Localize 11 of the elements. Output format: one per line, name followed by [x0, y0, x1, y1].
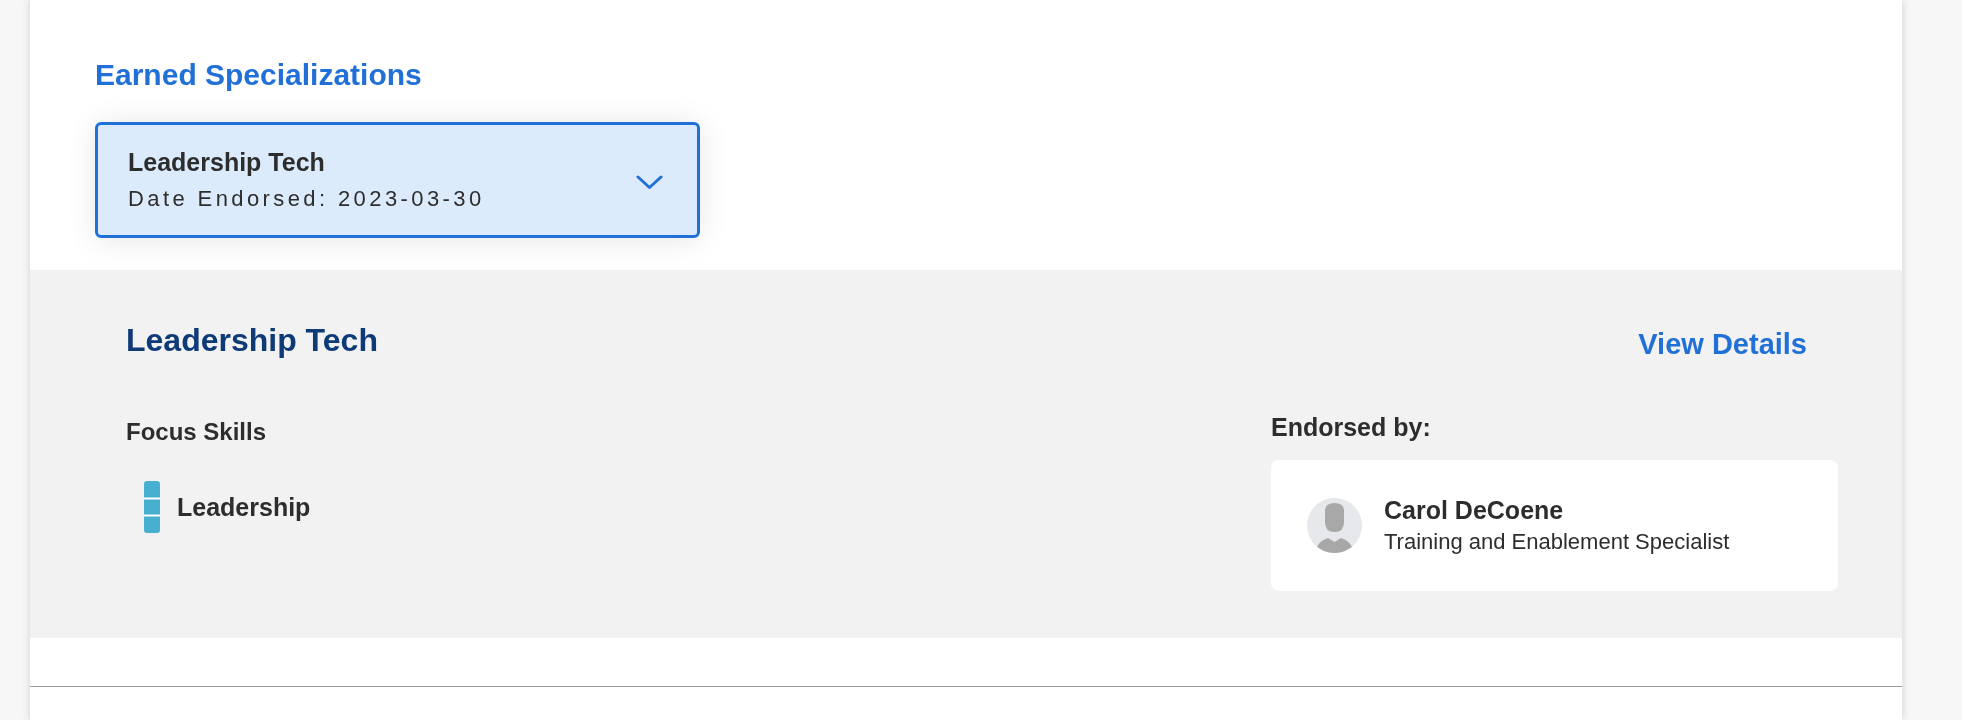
focus-skills-heading: Focus Skills	[126, 417, 268, 447]
view-details-link[interactable]: View Details	[1638, 326, 1807, 362]
specialization-dropdown[interactable]: Leadership Tech Date Endorsed: 2023-03-30	[95, 122, 700, 238]
specialization-title: Leadership Tech	[126, 321, 378, 360]
section-title: Earned Specializations	[95, 57, 422, 93]
endorser-role: Training and Enablement Specialist	[1384, 528, 1730, 556]
endorsed-by-heading: Endorsed by:	[1271, 412, 1432, 442]
segment-bar-icon	[144, 481, 160, 533]
endorser-name: Carol DeCoene	[1384, 495, 1565, 526]
skill-label: Leadership	[177, 492, 311, 522]
avatar-icon	[1307, 498, 1362, 553]
